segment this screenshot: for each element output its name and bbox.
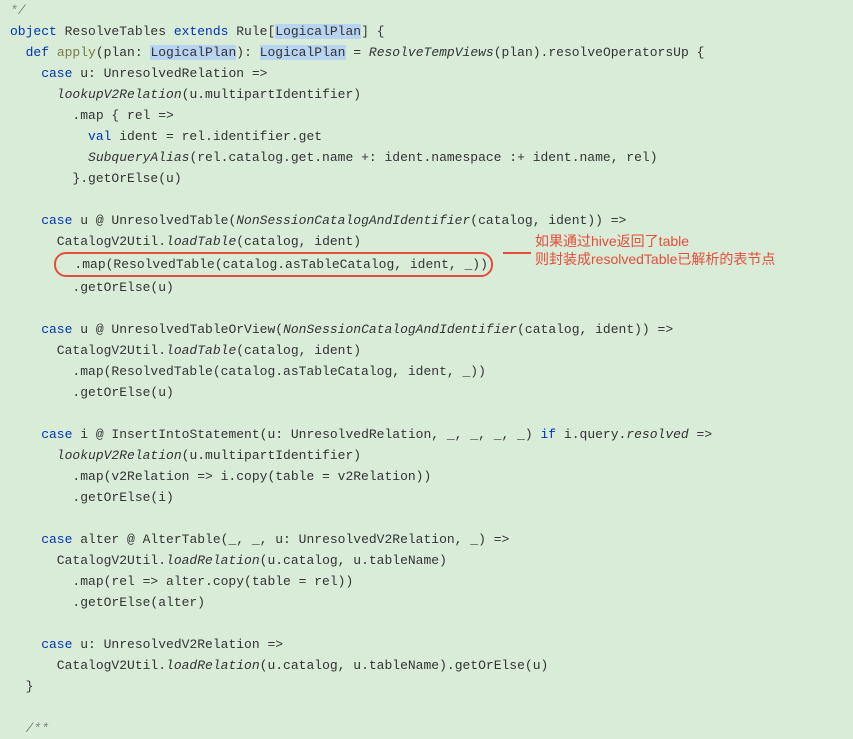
keyword-case: case (10, 532, 72, 547)
static-method: loadTable (166, 234, 236, 249)
code-line: .map(ResolvedTable(catalog.asTableCatalo… (10, 361, 843, 382)
code-block: */ object ResolveTables extends Rule[Log… (0, 0, 853, 739)
code-line (10, 298, 843, 319)
code-line: object ResolveTables extends Rule[Logica… (10, 21, 843, 42)
code-line: lookupV2Relation(u.multipartIdentifier) (10, 445, 843, 466)
annotation-line1: 如果通过hive返回了table (535, 232, 775, 250)
code-line: .map(v2Relation => i.copy(table = v2Rela… (10, 466, 843, 487)
highlighted-box: .map(ResolvedTable(catalog.asTableCatalo… (54, 252, 493, 277)
code-line (10, 613, 843, 634)
comment-end: */ (10, 3, 26, 18)
code-line: case u @ UnresolvedTable(NonSessionCatal… (10, 210, 843, 231)
code-line (10, 403, 843, 424)
code-line: .getOrElse(i) (10, 487, 843, 508)
code-line: CatalogV2Util.loadRelation(u.catalog, u.… (10, 550, 843, 571)
static-method: loadRelation (166, 658, 260, 673)
code-line: case u: UnresolvedV2Relation => (10, 634, 843, 655)
keyword-def: def (10, 45, 49, 60)
keyword-extends: extends (174, 24, 229, 39)
code-line: /** (10, 718, 843, 739)
code-line: .getOrElse(u) (10, 382, 843, 403)
code-line: def apply(plan: LogicalPlan): LogicalPla… (10, 42, 843, 63)
method-apply: apply (49, 45, 96, 60)
keyword-case: case (10, 322, 72, 337)
keyword-case: case (10, 427, 72, 442)
highlighted-type: LogicalPlan (275, 24, 361, 39)
code-line: .getOrElse(u) (10, 277, 843, 298)
static-method: loadRelation (166, 553, 260, 568)
keyword-if: if (541, 427, 557, 442)
code-line: .map { rel => (10, 105, 843, 126)
keyword-case: case (10, 213, 72, 228)
comment-start: /** (10, 721, 49, 736)
keyword-case: case (10, 66, 72, 81)
boxed-code: .map(ResolvedTable(catalog.asTableCatalo… (59, 257, 488, 272)
keyword-case: case (10, 637, 72, 652)
static-call: NonSessionCatalogAndIdentifier (236, 213, 470, 228)
code-line: case alter @ AlterTable(_, _, u: Unresol… (10, 529, 843, 550)
static-call: ResolveTempViews (369, 45, 494, 60)
code-line: .map(rel => alter.copy(table = rel)) (10, 571, 843, 592)
code-line: CatalogV2Util.loadRelation(u.catalog, u.… (10, 655, 843, 676)
method-call: lookupV2Relation (10, 87, 182, 102)
method-resolved: resolved (626, 427, 688, 442)
method-call: lookupV2Relation (10, 448, 182, 463)
code-line: case i @ InsertIntoStatement(u: Unresolv… (10, 424, 843, 445)
code-line: SubqueryAlias(rel.catalog.get.name +: id… (10, 147, 843, 168)
highlighted-type: LogicalPlan (260, 45, 346, 60)
code-line: case u: UnresolvedRelation => (10, 63, 843, 84)
code-line: CatalogV2Util.loadTable(catalog, ident) (10, 340, 843, 361)
code-line: .getOrElse(alter) (10, 592, 843, 613)
code-line: case u @ UnresolvedTableOrView(NonSessio… (10, 319, 843, 340)
static-method: loadTable (166, 343, 236, 358)
annotation-text: 如果通过hive返回了table 则封装成resolvedTable已解析的表节… (535, 232, 775, 268)
code-line: lookupV2Relation(u.multipartIdentifier) (10, 84, 843, 105)
code-container: */ object ResolveTables extends Rule[Log… (0, 0, 853, 739)
code-line (10, 189, 843, 210)
code-line (10, 508, 843, 529)
code-line: } (10, 676, 843, 697)
keyword-val: val (10, 129, 111, 144)
code-line (10, 697, 843, 718)
highlighted-type: LogicalPlan (150, 45, 236, 60)
code-line: */ (10, 0, 843, 21)
code-line: }.getOrElse(u) (10, 168, 843, 189)
annotation-arrow (503, 252, 531, 254)
static-call: SubqueryAlias (10, 150, 189, 165)
annotation-line2: 则封装成resolvedTable已解析的表节点 (535, 250, 775, 268)
code-line: val ident = rel.identifier.get (10, 126, 843, 147)
keyword-object: object (10, 24, 57, 39)
static-call: NonSessionCatalogAndIdentifier (283, 322, 517, 337)
